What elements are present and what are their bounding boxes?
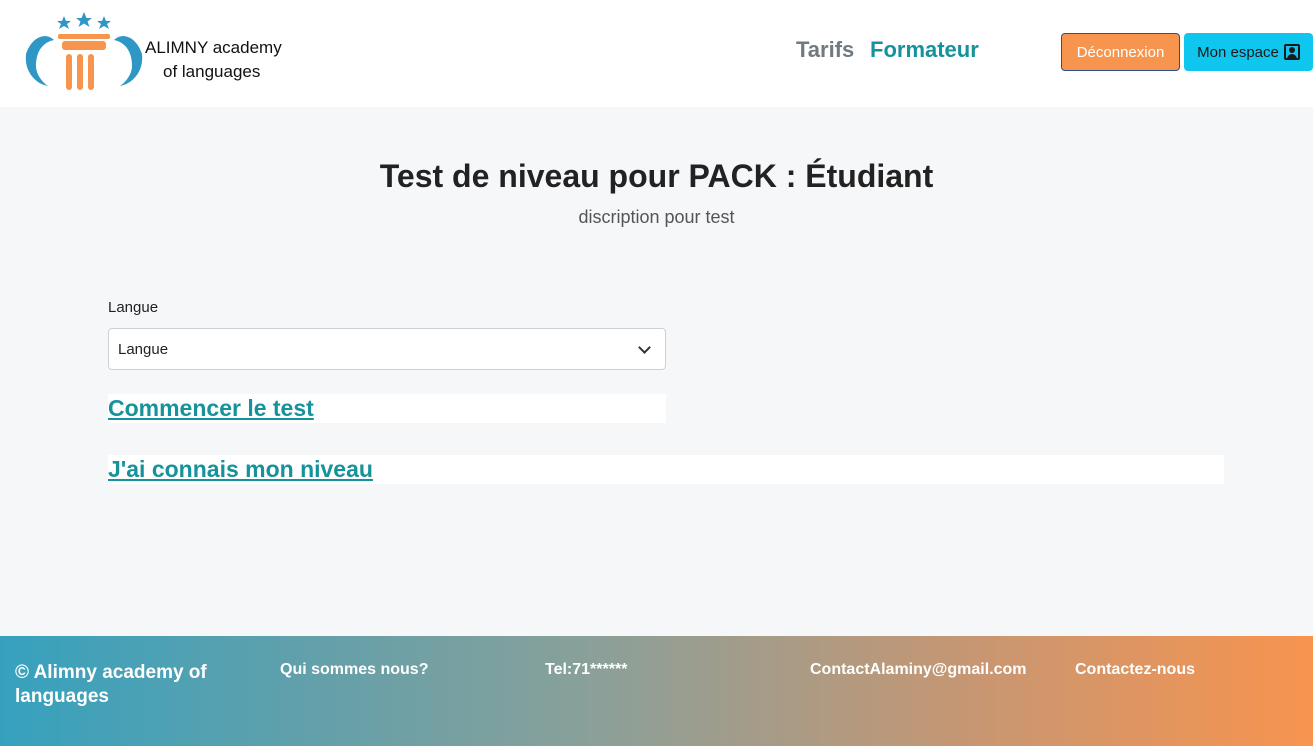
know-level-link[interactable]: J'ai connais mon niveau: [108, 455, 1224, 484]
start-test-row: Commencer le test: [108, 394, 666, 423]
user-profile-icon: [1283, 44, 1300, 60]
know-level-row: J'ai connais mon niveau: [108, 455, 1224, 484]
footer-contact-link[interactable]: Contactez-nous: [1075, 661, 1195, 679]
footer-copyright: © Alimny academy of languages: [15, 662, 207, 707]
logout-button[interactable]: Déconnexion: [1061, 33, 1180, 71]
brand-name: ALIMNY academy of languages: [145, 36, 282, 84]
page-subtitle: discription pour test: [578, 207, 735, 227]
academy-logo[interactable]: [22, 10, 148, 94]
footer-phone: Tel:71******: [545, 661, 628, 678]
language-selected-value: Langue: [118, 340, 169, 358]
page-title: Test de niveau pour PACK : Étudiant: [379, 158, 934, 194]
footer-about-link[interactable]: Qui sommes nous?: [280, 661, 428, 679]
chevron-down-icon: [638, 341, 651, 354]
language-label: Langue: [108, 299, 159, 316]
my-space-label: Mon espace: [1197, 43, 1279, 61]
nav-formateur-link[interactable]: Formateur: [870, 37, 979, 63]
stars-icon: [57, 12, 111, 29]
start-test-link[interactable]: Commencer le test: [108, 394, 666, 423]
footer-email-link[interactable]: ContactAlaminy@gmail.com: [810, 661, 1027, 679]
site-header: ALIMNY academy of languages Tarifs Forma…: [0, 0, 1313, 107]
nav-tarifs-link[interactable]: Tarifs: [796, 37, 854, 63]
my-space-button[interactable]: Mon espace: [1184, 33, 1313, 71]
site-footer: © Alimny academy of languages Qui sommes…: [0, 636, 1313, 746]
language-select[interactable]: Langue: [108, 328, 666, 370]
brand-line-1: ALIMNY academy: [145, 38, 282, 57]
brand-line-2: of languages: [163, 62, 261, 81]
